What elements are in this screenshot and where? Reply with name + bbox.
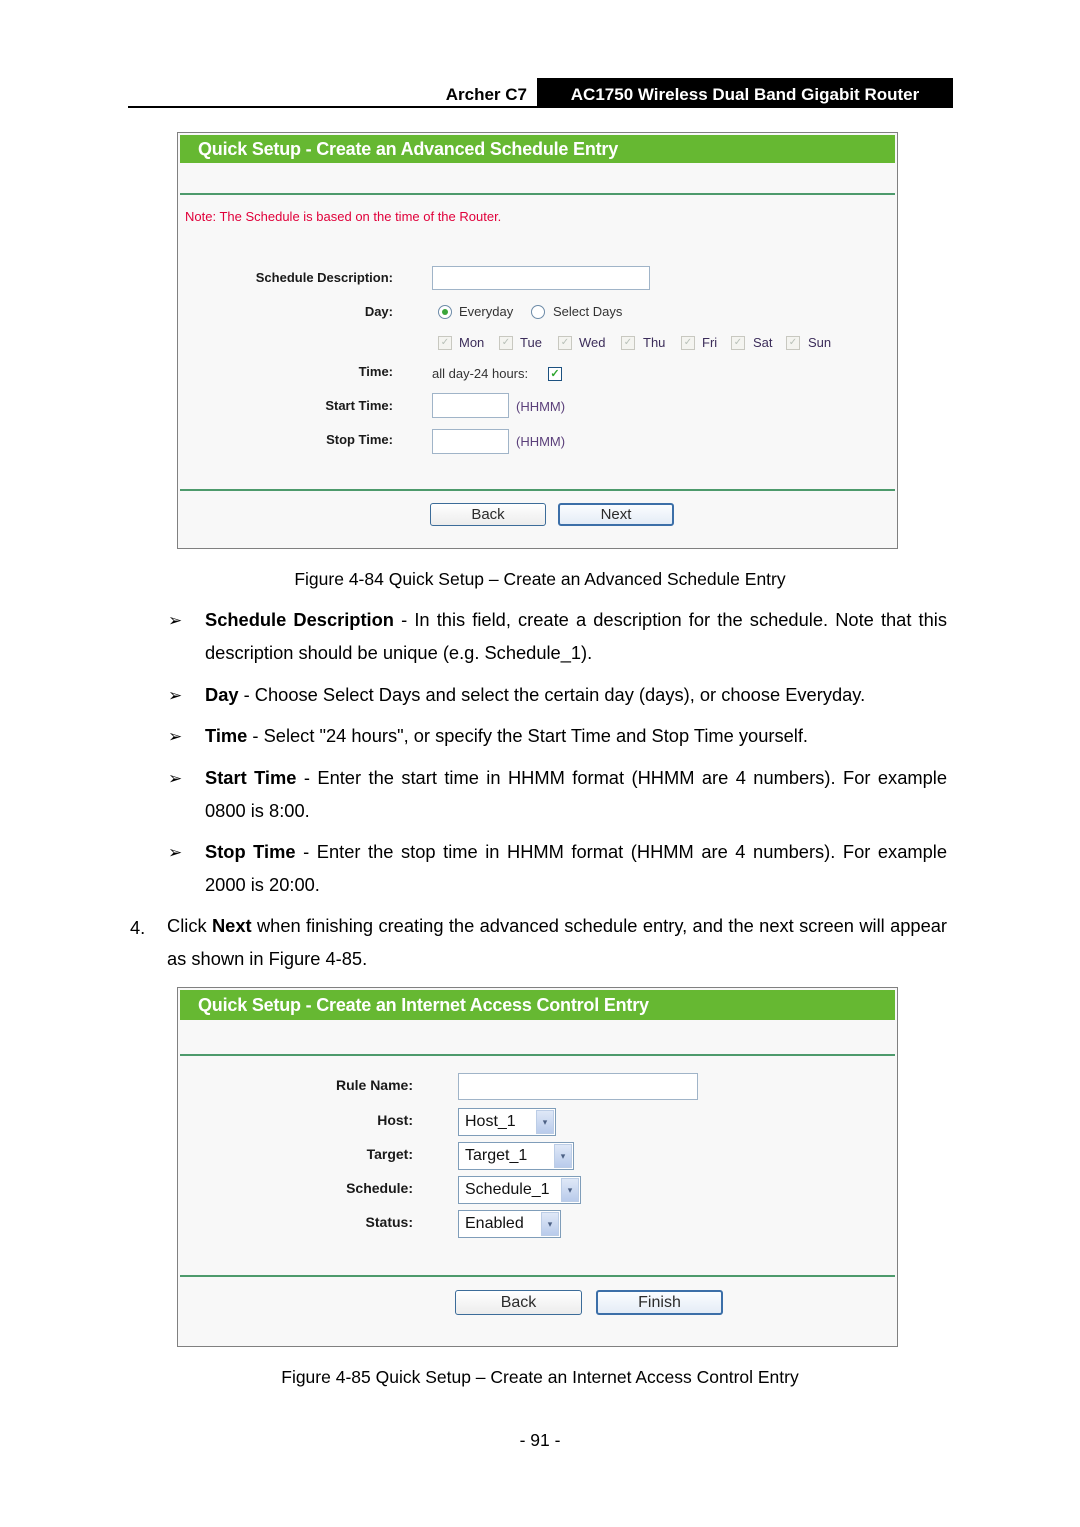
step-number: 4. [130,917,146,938]
access-control-panel: Quick Setup - Create an Internet Access … [177,987,898,1347]
schedule-note: Note: The Schedule is based on the time … [185,209,502,224]
chevron-down-icon[interactable]: ▾ [554,1144,572,1168]
model-name: Archer C7 [445,85,527,104]
day-label-sat: Sat [753,335,773,350]
day-checkbox-thu[interactable]: ✓ [621,336,635,350]
day-label-thu: Thu [643,335,666,350]
running-header: Archer C7 AC1750 Wireless Dual Band Giga… [128,78,953,108]
time-label: Time: [358,364,393,379]
day-label-tue: Tue [520,335,542,350]
day-label-fri: Fri [702,335,718,350]
bullet-text: - Enter the start time in HHMM format (H… [205,767,947,821]
bullet-icon: ➢ [168,611,183,630]
schedule-description-input[interactable] [432,266,650,290]
bullet-term: Stop Time [205,841,296,862]
day-checkbox-sat[interactable]: ✓ [731,336,745,350]
bullet-icon: ➢ [168,727,183,746]
start-time-format-hint: (HHMM) [516,399,566,414]
rule-name-input[interactable] [458,1073,698,1100]
chevron-down-icon[interactable]: ▾ [536,1110,554,1134]
bullet-day: Day - Choose Select Days and select the … [205,678,947,711]
day-label-sun: Sun [808,335,832,350]
target-label: Target: [366,1146,413,1162]
stop-time-input[interactable] [432,429,509,454]
bullet-time: Time - Select "24 hours", or specify the… [205,719,947,752]
panel-title: Quick Setup - Create an Internet Access … [180,990,895,1020]
back-button[interactable]: Back [455,1290,582,1315]
divider [180,193,895,195]
rule-name-label: Rule Name: [335,1077,413,1093]
panel-title: Quick Setup - Create an Advanced Schedul… [180,135,895,163]
select-days-radio[interactable] [531,305,545,319]
host-select-value: Host_1 [465,1113,516,1130]
schedule-select[interactable]: Schedule_1 ▾ [458,1176,581,1204]
page-number: - 91 - [519,1430,561,1450]
status-label: Status: [365,1214,413,1230]
day-checkbox-mon[interactable]: ✓ [438,336,452,350]
step-4-text: Click Next when finishing creating the a… [167,909,947,975]
select-days-label: Select Days [553,304,623,319]
status-select-value: Enabled [465,1215,524,1232]
schedule-description-label: Schedule Description: [255,270,393,285]
step-text-bold: Next [211,915,252,936]
back-button[interactable]: Back [430,503,546,526]
start-time-label: Start Time: [325,398,393,413]
stop-time-label: Stop Time: [326,432,393,447]
divider [180,1275,895,1277]
bullet-text: - Choose Select Days and select the cert… [238,684,866,705]
divider [180,1054,895,1056]
figure-caption: Figure 4-84 Quick Setup – Create an Adva… [294,569,786,589]
advanced-schedule-panel: Quick Setup - Create an Advanced Schedul… [177,132,898,549]
schedule-label: Schedule: [346,1180,413,1196]
next-button[interactable]: Next [558,503,674,526]
bullet-schedule-description: Schedule Description - In this field, cr… [205,603,947,669]
start-time-input[interactable] [432,393,509,418]
target-select-value: Target_1 [465,1147,528,1164]
bullet-start-time: Start Time - Enter the start time in HHM… [205,761,947,827]
chevron-down-icon[interactable]: ▾ [561,1178,579,1202]
all-day-checkbox[interactable]: ✓ [548,367,562,381]
step-text-pre: Click [167,915,212,936]
day-label-mon: Mon [459,335,485,350]
day-label-wed: Wed [579,335,606,350]
everyday-label: Everyday [459,304,514,319]
day-label: Day: [364,304,393,319]
status-select[interactable]: Enabled ▾ [458,1210,561,1238]
host-label: Host: [377,1112,413,1128]
step-text-post: when finishing creating the advanced sch… [167,915,947,969]
bullet-text: - Select "24 hours", or specify the Star… [247,725,808,746]
product-name: AC1750 Wireless Dual Band Gigabit Router [537,78,953,108]
bullet-icon: ➢ [168,843,183,862]
bullet-term: Time [205,725,248,746]
bullet-term: Day [205,684,239,705]
schedule-select-value: Schedule_1 [465,1181,550,1198]
day-checkbox-wed[interactable]: ✓ [558,336,572,350]
day-checkbox-tue[interactable]: ✓ [499,336,513,350]
host-select[interactable]: Host_1 ▾ [458,1108,556,1136]
bullet-term: Schedule Description [205,609,394,630]
bullet-term: Start Time [205,767,297,788]
divider [180,489,895,491]
bullet-text: - Enter the stop time in HHMM format (HH… [205,841,947,895]
stop-time-format-hint: (HHMM) [516,434,566,449]
day-checkbox-sun[interactable]: ✓ [786,336,800,350]
day-checkbox-fri[interactable]: ✓ [681,336,695,350]
chevron-down-icon[interactable]: ▾ [541,1212,559,1236]
bullet-stop-time: Stop Time - Enter the stop time in HHMM … [205,835,947,901]
all-day-label: all day-24 hours: [432,366,529,381]
bullet-icon: ➢ [168,686,183,705]
bullet-icon: ➢ [168,769,183,788]
target-select[interactable]: Target_1 ▾ [458,1142,574,1170]
finish-button[interactable]: Finish [596,1290,723,1315]
figure-caption: Figure 4-85 Quick Setup – Create an Inte… [281,1367,799,1387]
everyday-radio[interactable] [438,305,452,319]
